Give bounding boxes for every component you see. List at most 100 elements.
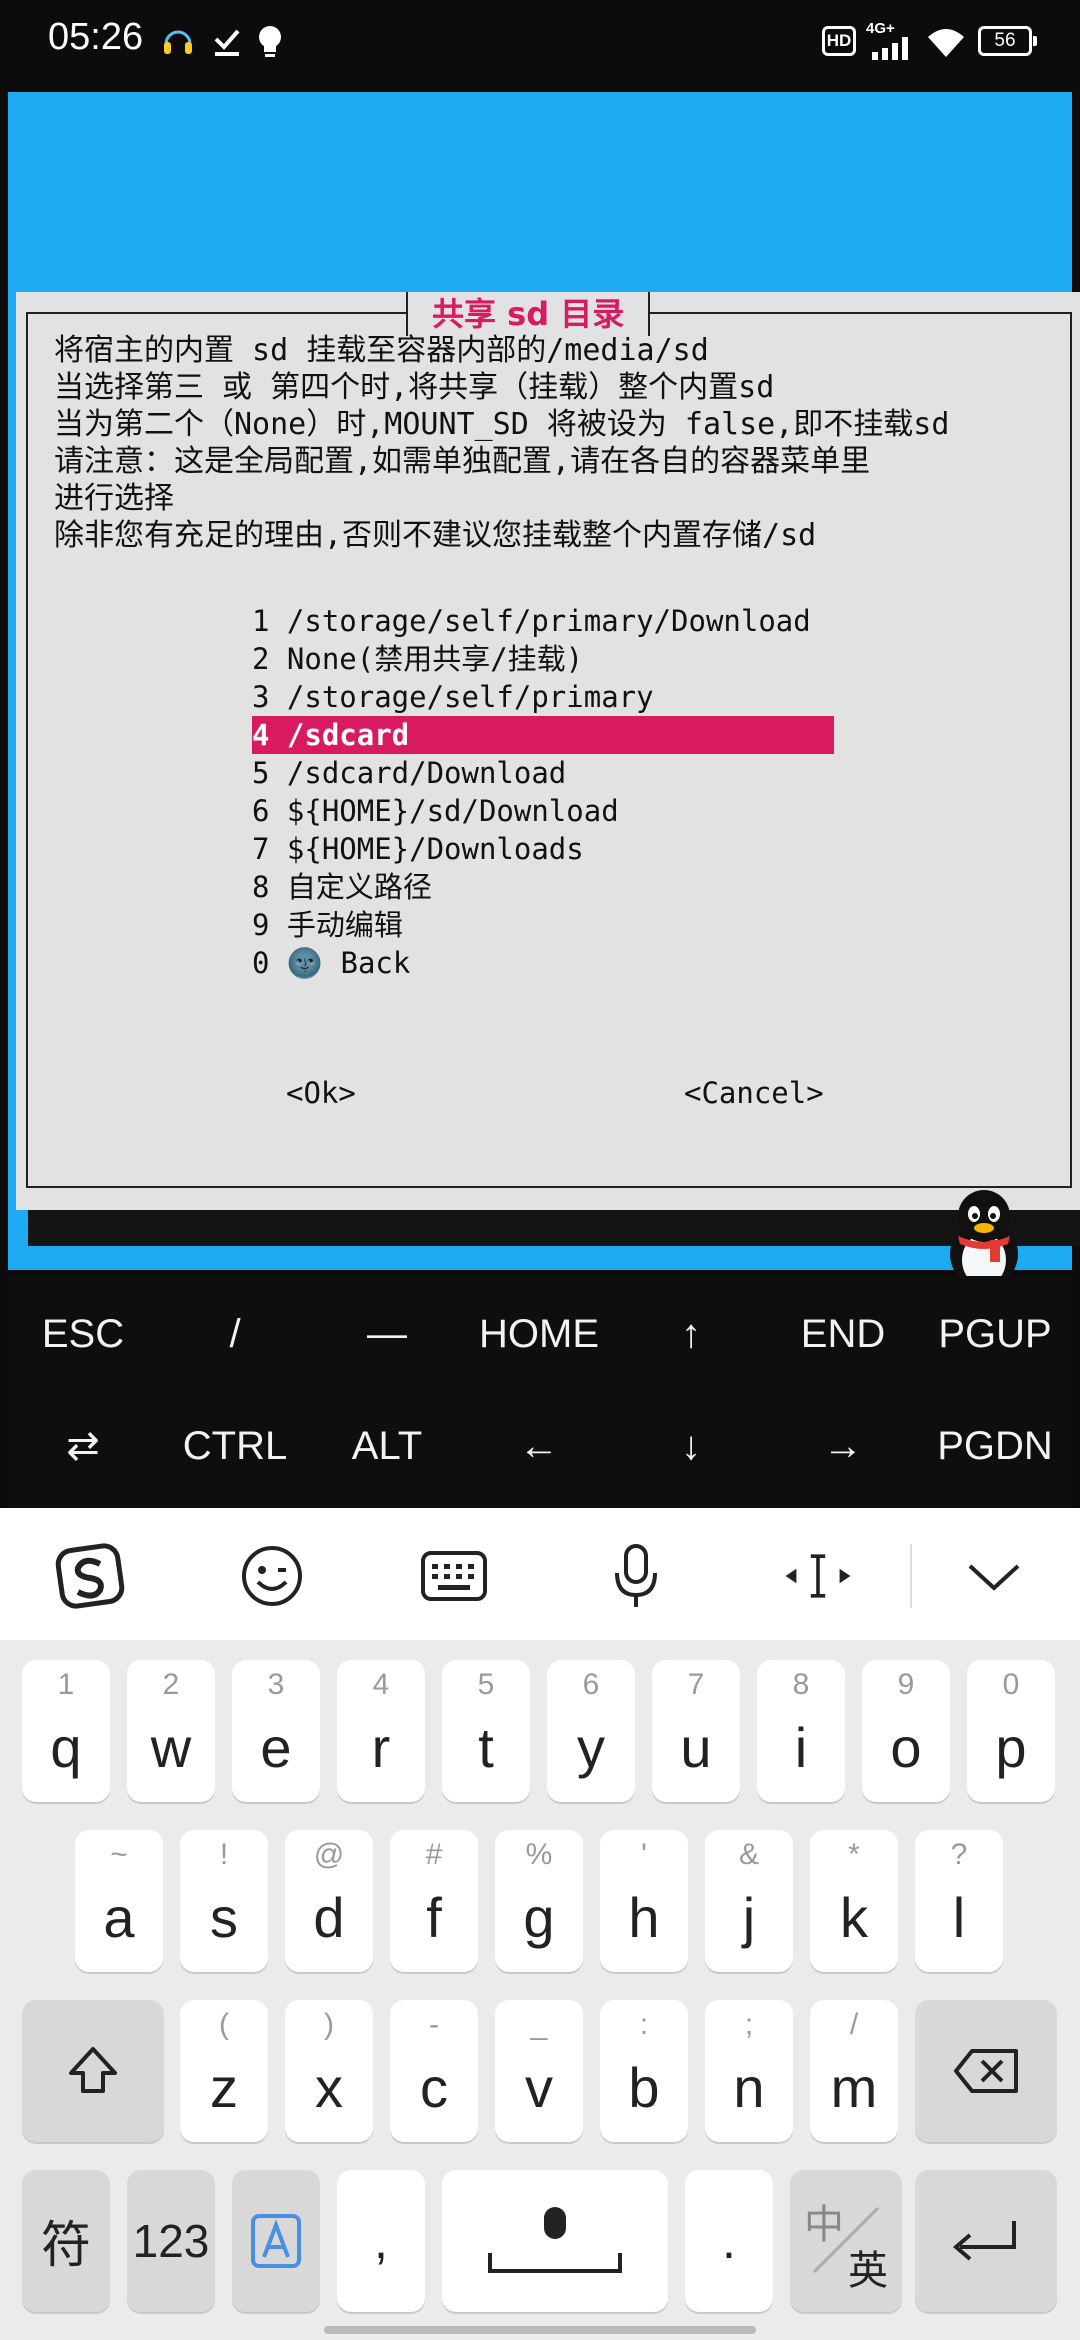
collapse-chevron-icon[interactable] (958, 1540, 1030, 1612)
enter-key[interactable] (915, 2170, 1057, 2312)
emoji-icon[interactable] (236, 1540, 308, 1612)
key-k[interactable]: * k (810, 1830, 898, 1972)
backspace-key[interactable] (915, 2000, 1057, 2142)
key-g[interactable]: % g (495, 1830, 583, 1972)
menu-item[interactable]: 3 /storage/self/primary (252, 678, 834, 716)
key-sub-label: _ (530, 2008, 548, 2041)
left-arrow-key[interactable]: ← (464, 1396, 614, 1496)
key-l[interactable]: ? l (915, 1830, 1003, 1972)
key-sub-label: 1 (57, 1668, 75, 1701)
pgdn-key[interactable]: PGDN (920, 1396, 1070, 1496)
key-t[interactable]: 5t (442, 1660, 530, 1802)
key-m[interactable]: / m (810, 2000, 898, 2142)
key-f[interactable]: # f (390, 1830, 478, 1972)
key-d[interactable]: @ d (285, 1830, 373, 1972)
input-mode-key[interactable] (232, 2170, 320, 2312)
ctrl-key[interactable]: CTRL (160, 1396, 310, 1496)
key-h[interactable]: ' h (600, 1830, 688, 1972)
key-r[interactable]: 4r (337, 1660, 425, 1802)
key-z[interactable]: (z (180, 2000, 268, 2142)
terminal-view[interactable]: 共享 sd 目录 将宿主的内置 sd 挂载至容器内部的/media/sd 当选择… (8, 92, 1080, 1292)
cancel-button[interactable]: <Cancel> (684, 1076, 824, 1110)
key-j[interactable]: & j (705, 1830, 793, 1972)
download-check-icon (212, 18, 242, 66)
key-a[interactable]: ~ a (75, 1830, 163, 1972)
dash-key[interactable]: — (312, 1284, 462, 1384)
key-x[interactable]: ) x (285, 2000, 373, 2142)
down-arrow-key[interactable]: ↓ (616, 1396, 766, 1496)
bulb-icon (256, 18, 284, 66)
key-q[interactable]: 1q (22, 1660, 110, 1802)
cursor-move-icon[interactable] (782, 1540, 854, 1612)
key-label: 123 (132, 2215, 210, 2267)
menu-item[interactable]: 0 🌚 Back (252, 944, 834, 982)
menu-item[interactable]: 1 /storage/self/primary/Download (252, 602, 834, 640)
keyboard-icon[interactable] (418, 1540, 490, 1612)
key-label: 英 (848, 2248, 888, 2294)
toolbar-divider (910, 1544, 912, 1608)
soft-keyboard: 1q 2w 3e 4r 5t 6y 7u 8i 9o 0p ~ a ! s @ d #… (0, 1640, 1080, 2340)
key-c[interactable]: -c (390, 2000, 478, 2142)
microphone-icon[interactable] (600, 1540, 672, 1612)
key-i[interactable]: 8i (757, 1660, 845, 1802)
battery-level: 56 (994, 30, 1016, 51)
key-sub-label: 5 (477, 1668, 495, 1701)
backspace-icon (915, 2000, 1057, 2142)
shift-key[interactable] (22, 2000, 164, 2142)
slash-key[interactable]: / (160, 1284, 310, 1384)
key-sub-label: ) (324, 2008, 334, 2041)
key-sub-label: / (849, 2008, 859, 2041)
key-s[interactable]: ! s (180, 1830, 268, 1972)
menu-item[interactable]: 9 手动编辑 (252, 906, 834, 944)
key-y[interactable]: 6y (547, 1660, 635, 1802)
key-label: s (210, 1886, 238, 1949)
alt-key[interactable]: ALT (312, 1396, 462, 1496)
space-mic-icon (442, 2170, 668, 2312)
comma-key[interactable]: , (337, 2170, 425, 2312)
right-arrow-key[interactable]: → (768, 1396, 918, 1496)
symbols-key[interactable]: 符 (22, 2170, 110, 2312)
key-label: j (742, 1886, 756, 1949)
menu-item[interactable]: 7 ${HOME}/Downloads (252, 830, 834, 868)
menu-item[interactable]: 8 自定义路径 (252, 868, 834, 906)
key-b[interactable]: :b (600, 2000, 688, 2142)
ok-button[interactable]: <Ok> (286, 1076, 356, 1110)
pgup-key[interactable]: PGUP (920, 1284, 1070, 1384)
enter-icon (915, 2170, 1057, 2312)
key-sub-label: 8 (792, 1668, 810, 1701)
key-label: a (103, 1886, 135, 1949)
menu-item[interactable]: 6 ${HOME}/sd/Download (252, 792, 834, 830)
key-w[interactable]: 2w (127, 1660, 215, 1802)
signal-label: 4G+ (866, 20, 895, 37)
esc-key[interactable]: ESC (8, 1284, 158, 1384)
period-key[interactable]: . (685, 2170, 773, 2312)
tab-switch-key[interactable]: ⇄ (8, 1396, 158, 1496)
key-sub-label: 0 (1002, 1668, 1020, 1701)
key-sub-label: 4 (372, 1668, 390, 1701)
home-key[interactable]: HOME (464, 1284, 614, 1384)
key-n[interactable]: ; n (705, 2000, 793, 2142)
sogou-logo-icon[interactable] (54, 1540, 126, 1612)
dialog-title: 共享 sd 目录 (406, 292, 651, 336)
key-sub-label: ! (219, 1838, 229, 1871)
key-e[interactable]: 3e (232, 1660, 320, 1802)
hd-icon: HD (822, 26, 856, 56)
menu-item[interactable]: 5 /sdcard/Download (252, 754, 834, 792)
key-p[interactable]: 0p (967, 1660, 1055, 1802)
space-key[interactable] (442, 2170, 668, 2312)
key-o[interactable]: 9o (862, 1660, 950, 1802)
up-arrow-key[interactable]: ↑ (616, 1284, 766, 1384)
key-u[interactable]: 7u (652, 1660, 740, 1802)
ime-toolbar (0, 1508, 1080, 1640)
end-key[interactable]: END (768, 1284, 918, 1384)
language-switch-key[interactable]: 中 英 (790, 2170, 902, 2312)
dialog-description: 将宿主的内置 sd 挂载至容器内部的/media/sd 当选择第三 或 第四个时… (54, 333, 950, 553)
menu-item-selected[interactable]: 4 /sdcard (252, 716, 834, 754)
key-label: o (890, 1716, 922, 1779)
key-sub-label: 9 (897, 1668, 915, 1701)
home-indicator[interactable] (324, 2326, 756, 2334)
numbers-key[interactable]: 123 (127, 2170, 215, 2312)
key-v[interactable]: _ v (495, 2000, 583, 2142)
key-sub-label: ( (219, 2008, 229, 2041)
menu-item[interactable]: 2 None(禁用共享/挂载) (252, 640, 834, 678)
